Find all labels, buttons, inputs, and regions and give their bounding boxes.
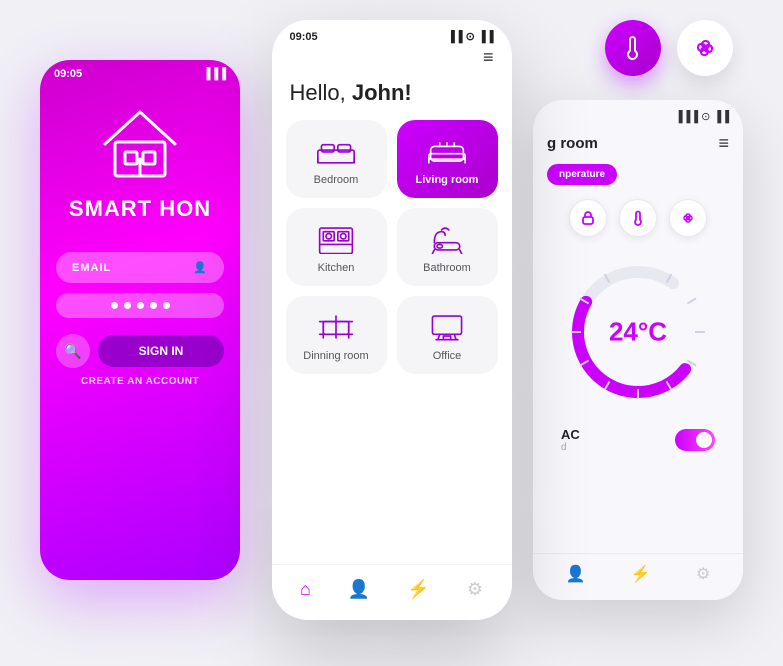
right-room-name: g room [547,135,598,152]
temperature-display: 24°C [609,317,667,348]
dining-label: Dinning room [303,350,368,362]
kitchen-label: Kitchen [318,262,355,274]
center-time: 09:05 [290,31,318,43]
fan-float-icon[interactable] [677,20,733,76]
room-card-office[interactable]: Office [397,296,498,374]
phone-left: 09:05 ▐▐▐ SMART HON EMAIL 👤 [40,60,240,580]
email-field[interactable]: EMAIL 👤 [56,252,224,283]
right-status-bar: ▐▐▐ ⊙ ▐▐ [533,100,743,127]
room-card-dining[interactable]: Dinning room [286,296,387,374]
ac-label: AC [561,427,580,442]
menu-button[interactable]: ≡ [272,47,512,74]
temp-value: 24°C [609,317,667,348]
thermo-icon[interactable] [619,199,657,237]
user-icon: 👤 [193,261,208,274]
nav-lightning[interactable]: ⚡ [407,579,429,600]
living-label: Living room [416,174,479,186]
fan-icon[interactable] [669,199,707,237]
thermometer-float-icon[interactable] [605,20,661,76]
right-nav-lightning[interactable]: ⚡ [631,564,651,584]
dot-4 [150,302,157,309]
bathroom-label: Bathroom [423,262,471,274]
right-signal: ▐▐▐ ⊙ ▐▐ [675,110,729,123]
thermostat-area: 24°C [533,247,743,417]
dot-2 [124,302,131,309]
thermostat-ring[interactable]: 24°C [563,257,713,407]
greeting: Hello, John! [272,74,512,120]
phone-center: 09:05 ▐▐ ⊙ ▐▐ ≡ Hello, John! Bedroom [272,20,512,620]
floating-icons [605,20,733,76]
user-name: John! [352,80,412,105]
search-row: 🔍 SIGN IN [56,334,224,368]
dot-5 [163,302,170,309]
left-signal: ▐▐▐ [203,68,226,80]
create-account-link[interactable]: CREATE AN ACCOUNT [56,376,224,387]
room-card-living[interactable]: Living room [397,120,498,198]
left-status-bar: 09:05 ▐▐▐ [40,60,240,84]
center-status-bar: 09:05 ▐▐ ⊙ ▐▐ [272,20,512,47]
office-label: Office [433,350,462,362]
right-nav-settings[interactable]: ⚙ [696,564,710,584]
dot-3 [137,302,144,309]
lock-icon[interactable] [569,199,607,237]
login-section: EMAIL 👤 🔍 SIGN IN CREATE AN ACCOUNT [40,222,240,387]
scene: 09:05 ▐▐▐ SMART HON EMAIL 👤 [0,0,783,666]
phone-right: ▐▐▐ ⊙ ▐▐ g room ≡ nperature [533,100,743,600]
center-bottom-nav: ⌂ 👤 ⚡ ⚙ [272,564,512,620]
center-icons: ▐▐ ⊙ ▐▐ [447,30,494,43]
left-title: SMART HON [40,196,240,222]
nav-person[interactable]: 👤 [348,579,370,600]
password-field[interactable] [56,293,224,318]
signin-button[interactable]: SIGN IN [98,335,224,367]
room-card-kitchen[interactable]: Kitchen [286,208,387,286]
ac-info: AC d [561,427,580,453]
ac-status: d [561,442,580,453]
right-nav-person[interactable]: 👤 [566,564,586,584]
control-icons [533,189,743,247]
temp-tab[interactable]: nperature [533,160,743,189]
right-menu[interactable]: ≡ [718,133,729,154]
house-icon [40,104,240,184]
search-icon[interactable]: 🔍 [56,334,90,368]
left-time: 09:05 [54,68,82,80]
bedroom-label: Bedroom [314,174,359,186]
ac-section: AC d [533,417,743,453]
rooms-grid: Bedroom Living room [272,120,512,374]
nav-settings[interactable]: ⚙ [467,579,483,600]
room-card-bathroom[interactable]: Bathroom [397,208,498,286]
nav-home[interactable]: ⌂ [300,579,311,600]
room-card-bedroom[interactable]: Bedroom [286,120,387,198]
dot-1 [111,302,118,309]
right-bottom-nav: 👤 ⚡ ⚙ [533,553,743,600]
right-header: g room ≡ [533,127,743,160]
ac-toggle[interactable] [675,429,715,451]
